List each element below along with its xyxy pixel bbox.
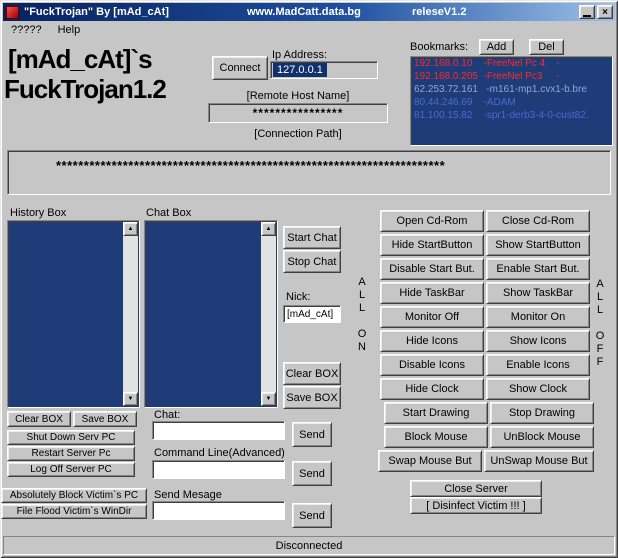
command-send-button[interactable]: Send [292, 461, 332, 486]
chat-scrollbar[interactable]: ▲ ▼ [261, 222, 276, 406]
ip-address-field[interactable]: 127.0.0.1 [270, 61, 378, 79]
app-title-line1: [mAd_cAt]`s [8, 44, 152, 75]
command-line-label: Command Line(Advanced) [154, 447, 285, 459]
window-title-version: releseV1.2 [412, 6, 466, 18]
window-title-site: www.MadCatt.data.bg [247, 6, 361, 18]
arrow-up-icon: ▲ [266, 226, 272, 232]
logoff-server-pc-button[interactable]: Log Off Server PC [7, 462, 135, 477]
history-box-label: History Box [10, 207, 66, 219]
stop-chat-button[interactable]: Stop Chat [283, 250, 341, 273]
restart-server-pc-button[interactable]: Restart Server Pc [7, 446, 135, 461]
cmd-show-startbutton-button[interactable]: Show StartButton [486, 234, 590, 256]
scroll-up-button[interactable]: ▲ [261, 222, 276, 236]
scroll-down-button[interactable]: ▼ [123, 392, 138, 406]
cmd-enable-icons-button[interactable]: Enable Icons [486, 354, 590, 376]
cmd-start-drawing-button[interactable]: Start Drawing [384, 402, 488, 424]
shutdown-server-pc-button[interactable]: Shut Down Serv PC [7, 430, 135, 445]
close-server-button[interactable]: Close Server [410, 480, 542, 497]
cmd-unblock-mouse-button[interactable]: UnBlock Mouse [490, 426, 594, 448]
cmd-monitor-on-button[interactable]: Monitor On [486, 306, 590, 328]
save-chat-box-button[interactable]: Save BOX [283, 386, 341, 409]
cmd-disable-start-button[interactable]: Disable Start But. [380, 258, 484, 280]
cmd-hide-clock-button[interactable]: Hide Clock [380, 378, 484, 400]
ip-address-value: 127.0.0.1 [273, 63, 327, 77]
all-on-label: A L L O N [356, 276, 368, 354]
chat-send-button[interactable]: Send [292, 422, 332, 447]
app-window: "FuckTrojan" By [mAd_cAt] www.MadCatt.da… [0, 0, 618, 558]
start-chat-button[interactable]: Start Chat [283, 226, 341, 249]
remote-host-label: [Remote Host Name] [208, 90, 388, 102]
bookmark-item[interactable]: 81.100.15.82 -spr1-derb3-4-0-cust82. [411, 109, 612, 122]
cmd-block-mouse-button[interactable]: Block Mouse [384, 426, 488, 448]
clear-history-box-button[interactable]: Clear BOX [7, 411, 71, 427]
cmd-hide-icons-button[interactable]: Hide Icons [380, 330, 484, 352]
chat-input-label: Chat: [154, 409, 180, 421]
bookmark-item[interactable]: 80.44.246.69 -ADAM [411, 96, 612, 109]
bookmarks-list[interactable]: 192.168.0.10 -FreeNel Pc 4 - 192.168.0.2… [410, 56, 613, 146]
close-icon: × [602, 7, 608, 18]
close-button[interactable]: × [597, 5, 613, 19]
send-message-input[interactable] [152, 501, 285, 520]
cmd-show-icons-button[interactable]: Show Icons [486, 330, 590, 352]
bookmarks-label: Bookmarks: [410, 41, 468, 53]
scroll-up-button[interactable]: ▲ [123, 222, 138, 236]
chat-message-input[interactable] [152, 421, 285, 440]
cmd-monitor-off-button[interactable]: Monitor Off [380, 306, 484, 328]
remote-host-field[interactable]: **************** [208, 103, 388, 123]
cmd-open-cdrom-button[interactable]: Open Cd-Rom [380, 210, 484, 232]
menu-item-help[interactable]: Help [50, 22, 89, 38]
arrow-down-icon: ▼ [128, 396, 134, 402]
arrow-down-icon: ▼ [266, 396, 272, 402]
save-history-box-button[interactable]: Save BOX [73, 411, 137, 427]
message-send-button[interactable]: Send [292, 503, 332, 528]
scroll-down-button[interactable]: ▼ [261, 392, 276, 406]
cmd-disable-icons-button[interactable]: Disable Icons [380, 354, 484, 376]
block-victim-pc-button[interactable]: Absolutely Block Victim`s PC [1, 488, 147, 503]
status-text: Disconnected [276, 540, 343, 552]
file-flood-windir-button[interactable]: File Flood Victim`s WinDir [1, 504, 147, 519]
cmd-hide-taskbar-button[interactable]: Hide TaskBar [380, 282, 484, 304]
ip-address-label: Ip Address: [272, 49, 327, 61]
connect-button[interactable]: Connect [212, 56, 268, 80]
cmd-hide-startbutton-button[interactable]: Hide StartButton [380, 234, 484, 256]
menu-item-lang[interactable]: ????? [3, 22, 50, 38]
connection-path-field: ****************************************… [7, 150, 611, 195]
connection-path-value: ****************************************… [56, 158, 445, 173]
connection-path-label: [Connection Path] [208, 128, 388, 140]
add-bookmark-button[interactable]: Add [479, 39, 514, 55]
nick-field[interactable] [283, 305, 341, 323]
cmd-close-cdrom-button[interactable]: Close Cd-Rom [486, 210, 590, 232]
all-off-label: A L L O F F [594, 278, 606, 369]
cmd-show-taskbar-button[interactable]: Show TaskBar [486, 282, 590, 304]
cmd-swap-mouse-button[interactable]: Swap Mouse But [378, 450, 482, 472]
status-bar: Disconnected [3, 536, 615, 555]
bookmark-item[interactable]: 192.168.0.10 -FreeNel Pc 4 - [411, 57, 612, 70]
app-icon [6, 6, 19, 19]
remote-host-value: **************** [253, 106, 344, 120]
cmd-stop-drawing-button[interactable]: Stop Drawing [490, 402, 594, 424]
del-bookmark-button[interactable]: Del [529, 39, 564, 55]
clear-chat-box-button[interactable]: Clear BOX [283, 362, 341, 385]
cmd-unswap-mouse-button[interactable]: UnSwap Mouse But [484, 450, 594, 472]
bookmark-item[interactable]: 62.253.72.161 -m161-mp1.cvx1-b.bre [411, 83, 612, 96]
bookmark-item[interactable]: 192.168.0.205 -FreeNel Pc3 - [411, 70, 612, 83]
chat-listbox[interactable]: ▲ ▼ [144, 220, 278, 408]
nick-label: Nick: [286, 291, 310, 303]
menu-bar: ????? Help [3, 21, 615, 38]
window-title: "FuckTrojan" By [mAd_cAt] [24, 6, 169, 18]
history-listbox[interactable]: ▲ ▼ [7, 220, 140, 408]
history-scrollbar[interactable]: ▲ ▼ [123, 222, 138, 406]
minimize-button[interactable] [579, 5, 595, 19]
command-line-input[interactable] [152, 460, 285, 479]
send-message-label: Send Mesage [154, 489, 222, 501]
cmd-enable-start-button[interactable]: Enable Start But. [486, 258, 590, 280]
minimize-icon [583, 15, 591, 17]
arrow-up-icon: ▲ [128, 226, 134, 232]
title-bar[interactable]: "FuckTrojan" By [mAd_cAt] www.MadCatt.da… [3, 3, 615, 21]
chat-box-label: Chat Box [146, 207, 191, 219]
disinfect-victim-button[interactable]: [ Disinfect Victim !!! ] [410, 497, 542, 514]
app-title-line2: FuckTrojan1.2 [4, 74, 166, 105]
cmd-show-clock-button[interactable]: Show Clock [486, 378, 590, 400]
